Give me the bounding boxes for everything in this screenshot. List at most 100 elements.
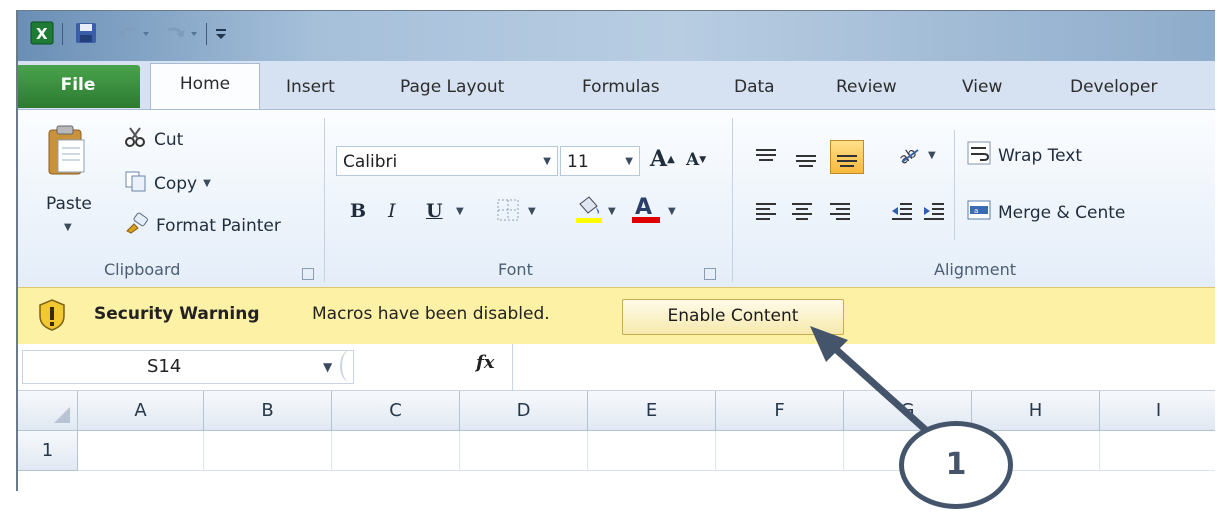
fill-color-dropdown-icon[interactable]: ▼ — [608, 206, 616, 217]
font-color-dropdown-icon[interactable]: ▼ — [668, 206, 676, 217]
font-size-dropdown-icon[interactable]: ▼ — [625, 147, 633, 177]
top-align-icon[interactable] — [754, 146, 778, 168]
font-launcher-icon[interactable] — [704, 268, 716, 280]
column-header-h[interactable]: H — [972, 391, 1100, 431]
qat-separator — [62, 23, 63, 45]
borders-icon[interactable] — [496, 198, 520, 222]
increase-indent-icon[interactable] — [922, 200, 946, 222]
bottom-align-icon[interactable] — [830, 140, 864, 174]
column-header-d[interactable]: D — [460, 391, 588, 431]
redo-icon[interactable] — [162, 21, 202, 45]
cell-i1[interactable] — [1100, 431, 1215, 471]
insert-function-button[interactable]: fx — [476, 352, 494, 373]
fill-color-icon[interactable] — [574, 194, 604, 224]
cell-a1[interactable] — [78, 431, 204, 471]
wrap-text-label: Wrap Text — [998, 145, 1083, 166]
paste-button[interactable]: Paste — [46, 194, 92, 214]
grow-font-icon[interactable]: A ▲ — [650, 146, 675, 172]
font-name-combobox[interactable]: Calibri ▼ — [336, 146, 558, 176]
tab-home[interactable]: Home — [150, 63, 260, 110]
security-warning-title: Security Warning — [94, 304, 260, 324]
tab-developer[interactable]: Developer — [1070, 67, 1157, 108]
cell-b1[interactable] — [204, 431, 332, 471]
tab-data[interactable]: Data — [734, 67, 775, 108]
align-left-icon[interactable] — [754, 200, 778, 222]
alignment-group-label: Alignment — [934, 260, 1016, 279]
group-divider — [954, 130, 955, 240]
svg-text:a: a — [974, 207, 978, 215]
format-painter-icon — [124, 212, 150, 239]
copy-button[interactable]: Copy ▼ — [124, 170, 211, 197]
excel-logo-icon[interactable]: X — [28, 21, 56, 45]
tab-insert[interactable]: Insert — [286, 67, 335, 108]
title-bar: X — [18, 11, 1215, 61]
italic-button[interactable]: I — [388, 200, 396, 222]
select-all-corner[interactable] — [18, 391, 78, 431]
tab-formulas[interactable]: Formulas — [582, 67, 660, 108]
borders-dropdown-icon[interactable]: ▼ — [528, 206, 536, 217]
column-header-f[interactable]: F — [716, 391, 844, 431]
clipboard-launcher-icon[interactable] — [302, 268, 314, 280]
name-box-dropdown-icon[interactable]: ▼ — [323, 351, 332, 383]
merge-center-label: Merge & Cente — [998, 202, 1126, 223]
font-name-dropdown-icon[interactable]: ▼ — [543, 147, 551, 177]
font-size-combobox[interactable]: 11 ▼ — [560, 146, 640, 176]
paste-icon[interactable] — [46, 120, 96, 186]
scissors-icon — [124, 126, 146, 153]
bold-button[interactable]: B — [350, 200, 366, 222]
shield-icon — [38, 298, 66, 337]
excel-window: X File Home Insert Page Layout Formulas … — [16, 10, 1215, 491]
formula-bar: S14 ▼ fx — [18, 344, 1215, 391]
column-header-c[interactable]: C — [332, 391, 460, 431]
font-color-icon[interactable]: A — [630, 192, 662, 224]
tab-view[interactable]: View — [962, 67, 1002, 108]
tab-file[interactable]: File — [18, 65, 140, 108]
ribbon-home: Paste ▼ Cut Copy ▼ Format Painter Clipbo… — [18, 109, 1215, 288]
merge-center-button[interactable]: a Merge & Cente — [966, 198, 1125, 227]
copy-icon — [124, 170, 148, 197]
wrap-text-icon — [966, 140, 992, 171]
decrease-indent-icon[interactable] — [890, 200, 914, 222]
column-header-b[interactable]: B — [204, 391, 332, 431]
qat-separator — [206, 23, 207, 45]
svg-text:ab: ab — [896, 145, 920, 166]
cut-button[interactable]: Cut — [124, 126, 183, 153]
cell-f1[interactable] — [716, 431, 844, 471]
formula-input[interactable] — [518, 352, 1211, 382]
shrink-font-icon[interactable]: A ▼ — [686, 150, 706, 170]
save-icon[interactable] — [72, 21, 100, 45]
enable-content-button[interactable]: Enable Content — [622, 299, 844, 335]
format-painter-label: Format Painter — [156, 215, 281, 236]
formula-bar-splitter[interactable] — [340, 350, 360, 382]
format-painter-button[interactable]: Format Painter — [124, 212, 281, 239]
row-header-1[interactable]: 1 — [18, 431, 78, 471]
orientation-icon[interactable]: ab — [896, 142, 924, 166]
underline-button[interactable]: U — [426, 200, 443, 222]
orientation-dropdown-icon[interactable]: ▼ — [928, 150, 936, 161]
paste-dropdown-icon[interactable]: ▼ — [64, 222, 72, 233]
column-header-e[interactable]: E — [588, 391, 716, 431]
font-group-label: Font — [498, 260, 533, 279]
undo-icon[interactable] — [114, 21, 154, 45]
tab-page-layout[interactable]: Page Layout — [400, 67, 504, 108]
column-header-i[interactable]: I — [1100, 391, 1215, 431]
middle-align-icon[interactable] — [794, 148, 818, 170]
font-name-value: Calibri — [343, 152, 398, 172]
wrap-text-button[interactable]: Wrap Text — [966, 140, 1082, 171]
name-box[interactable]: S14 ▼ — [22, 350, 354, 384]
customize-icon[interactable] — [212, 21, 230, 45]
ribbon-tabs: File Home Insert Page Layout Formulas Da… — [18, 61, 1215, 110]
worksheet-grid[interactable]: A B C D E F G H I 1 — [18, 391, 1215, 491]
column-header-a[interactable]: A — [78, 391, 204, 431]
underline-dropdown-icon[interactable]: ▼ — [456, 206, 464, 217]
font-size-value: 11 — [567, 152, 589, 172]
align-right-icon[interactable] — [828, 200, 852, 222]
cell-e1[interactable] — [588, 431, 716, 471]
cell-d1[interactable] — [460, 431, 588, 471]
cell-c1[interactable] — [332, 431, 460, 471]
copy-dropdown-icon[interactable]: ▼ — [203, 178, 211, 189]
callout-number: 1 — [899, 421, 1013, 509]
clipboard-group-label: Clipboard — [104, 260, 181, 279]
tab-review[interactable]: Review — [836, 67, 897, 108]
center-icon[interactable] — [790, 200, 814, 222]
